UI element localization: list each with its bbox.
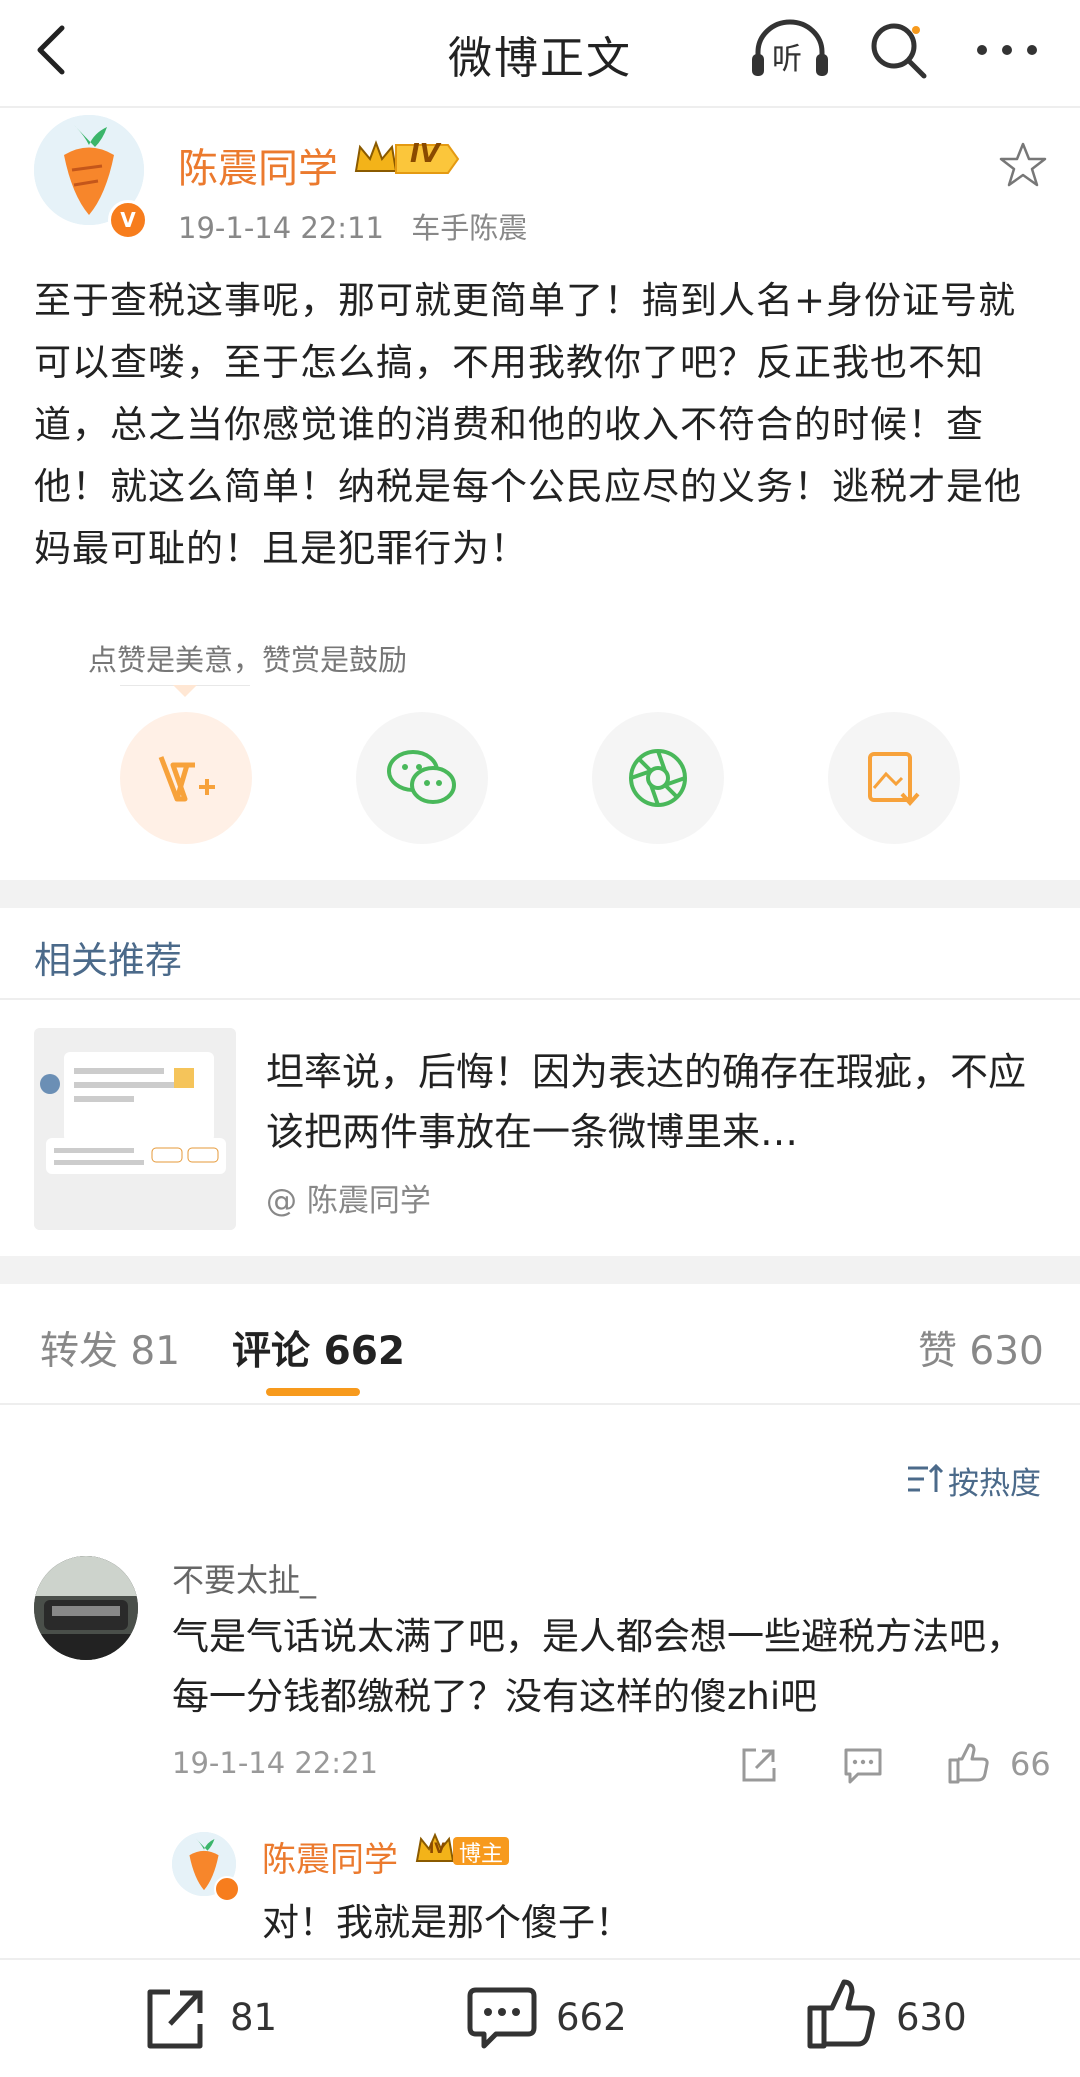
wechat-icon bbox=[387, 750, 456, 804]
listen-label: 听 bbox=[772, 42, 802, 77]
like-count: 630 bbox=[896, 1996, 967, 2039]
post-time: 19-1-14 22:11 bbox=[178, 211, 384, 245]
chat-screenshot-image bbox=[34, 1028, 236, 1230]
member-level-badge: IV bbox=[352, 137, 462, 185]
like-button[interactable]: 630 bbox=[804, 1978, 1004, 2054]
level-text: IV bbox=[410, 139, 440, 169]
comment-like-count: 66 bbox=[1010, 1745, 1051, 1783]
bottom-action-bar: 81 662 630 bbox=[0, 1958, 1080, 2077]
post-source: 车手陈震 bbox=[411, 211, 528, 245]
comment-repost-icon[interactable] bbox=[738, 1746, 778, 1786]
reward-hint: 点赞是美意，赞赏是鼓励 bbox=[88, 643, 408, 677]
repost-count: 81 bbox=[230, 1996, 278, 2039]
reply-username[interactable]: 陈震同学 bbox=[262, 1832, 398, 1881]
section-divider bbox=[0, 1256, 1080, 1284]
divider bbox=[0, 998, 1080, 1000]
save-image-icon bbox=[868, 752, 920, 807]
verified-badge: V bbox=[108, 200, 148, 240]
commenter-avatar[interactable] bbox=[34, 1556, 138, 1660]
comment-button[interactable]: 662 bbox=[466, 1982, 646, 2054]
reply-text: 对！我就是那个傻子！ bbox=[262, 1901, 632, 1944]
author-badge: IV 博主 bbox=[415, 1831, 511, 1873]
active-tab-indicator bbox=[266, 1388, 360, 1396]
comment-time: 19-1-14 22:21 bbox=[172, 1746, 378, 1780]
related-thumbnail bbox=[34, 1028, 236, 1230]
related-title: 坦率说，后悔！因为表达的确存在瑕疵，不应该把两件事放在一条微博里来… bbox=[266, 1050, 1027, 1154]
favorite-star-icon[interactable] bbox=[998, 140, 1048, 190]
share-wechat-button[interactable] bbox=[356, 712, 488, 844]
tab-comments[interactable]: 评论 662 bbox=[232, 1320, 405, 1376]
crown-icon bbox=[354, 140, 460, 174]
post-body: 至于查税这事呢，那可就更简单了！搞到人名+身份证号就可以查喽，至于怎么搞，不用我… bbox=[34, 279, 1022, 570]
repost-icon bbox=[147, 1989, 203, 2049]
save-image-button[interactable] bbox=[828, 712, 960, 844]
like-thumb-icon bbox=[807, 1979, 875, 2049]
reward-button[interactable] bbox=[120, 712, 252, 844]
author-name[interactable]: 陈震同学 bbox=[178, 136, 338, 194]
reply-verified-badge bbox=[214, 1876, 240, 1902]
search-icon[interactable] bbox=[866, 18, 930, 82]
comment-reply-icon[interactable] bbox=[842, 1746, 884, 1786]
comment-text: 气是气话说太满了吧，是人都会想一些避税方法吧，每一分钱都缴税了？没有这样的傻zh… bbox=[172, 1615, 1023, 1718]
post-meta: 19-1-14 22:11 车手陈震 bbox=[178, 205, 527, 247]
share-moments-button[interactable] bbox=[592, 712, 724, 844]
divider bbox=[0, 1403, 1080, 1405]
moments-aperture-icon bbox=[629, 749, 687, 807]
more-options-icon[interactable] bbox=[972, 30, 1042, 70]
hint-pointer bbox=[173, 685, 197, 697]
tab-repost[interactable]: 转发 81 bbox=[40, 1320, 180, 1376]
comment-count: 662 bbox=[556, 1996, 627, 2039]
car-avatar-image bbox=[34, 1556, 138, 1660]
related-section-title: 相关推荐 bbox=[34, 939, 182, 982]
section-divider bbox=[0, 880, 1080, 908]
reward-v-plus-icon bbox=[158, 756, 215, 802]
sort-label[interactable]: 按热度 bbox=[948, 1458, 1041, 1503]
reply-level-text: IV bbox=[429, 1841, 446, 1857]
comment-bubble-icon bbox=[467, 1987, 537, 2049]
tab-likes[interactable]: 赞 630 bbox=[918, 1320, 1044, 1376]
listen-button[interactable]: 听 bbox=[748, 18, 832, 82]
top-nav-bar: 微博正文 听 bbox=[0, 0, 1080, 108]
related-author: @ 陈震同学 bbox=[266, 1183, 431, 1219]
comment-like-thumb-icon[interactable] bbox=[946, 1742, 990, 1786]
related-item[interactable]: 坦率说，后悔！因为表达的确存在瑕疵，不应该把两件事放在一条微博里来… @ 陈震同… bbox=[0, 1010, 1080, 1246]
commenter-name[interactable]: 不要太扯_ bbox=[172, 1555, 316, 1601]
sort-icon[interactable] bbox=[906, 1462, 944, 1496]
blogger-badge-text: 博主 bbox=[459, 1842, 504, 1867]
repost-button[interactable]: 81 bbox=[140, 1982, 290, 2054]
